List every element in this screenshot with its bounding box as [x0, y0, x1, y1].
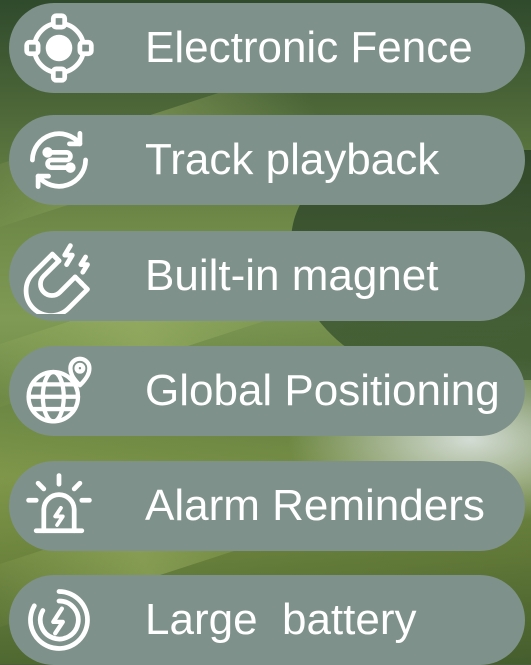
battery-charge-icon	[21, 582, 97, 658]
feature-label: Track playback	[145, 135, 440, 184]
target-fence-icon	[21, 10, 97, 86]
feature-label: Electronic Fence	[145, 23, 473, 72]
feature-label: Large battery	[145, 595, 417, 644]
feature-track-playback: Track playback	[9, 115, 525, 205]
globe-location-icon	[21, 353, 97, 429]
feature-large-battery: Large battery	[9, 575, 525, 665]
feature-label: Built-in magnet	[145, 251, 439, 300]
feature-alarm-reminders: Alarm Reminders	[9, 461, 525, 551]
feature-electronic-fence: Electronic Fence	[9, 3, 525, 93]
alarm-light-icon	[21, 468, 97, 544]
feature-built-in-magnet: Built-in magnet	[9, 231, 525, 321]
feature-label: Alarm Reminders	[145, 481, 485, 530]
magnet-icon	[21, 238, 97, 314]
feature-label: Global Positioning	[145, 366, 500, 415]
feature-global-positioning: Global Positioning	[9, 346, 525, 436]
feature-list: Electronic Fence Track playback Built-in…	[0, 0, 531, 665]
track-playback-icon	[21, 122, 97, 198]
